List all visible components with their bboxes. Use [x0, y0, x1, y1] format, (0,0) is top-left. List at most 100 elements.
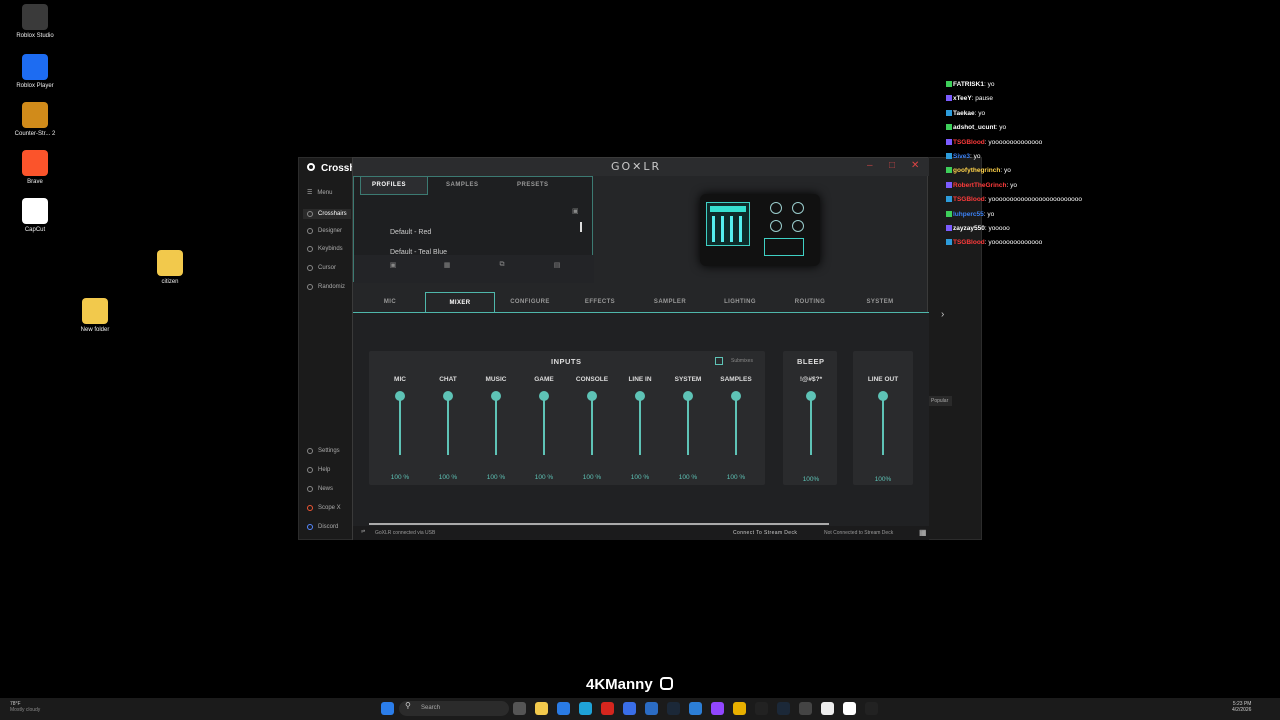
tab-lighting[interactable]: LIGHTING [705, 292, 775, 312]
desktop-shortcut[interactable]: Counter-Str... 2 [5, 102, 65, 138]
channel-label: SAMPLES [720, 376, 752, 383]
vscode-icon[interactable] [689, 702, 702, 715]
sidebar-bottom-item[interactable]: Scope X [307, 505, 341, 511]
fader-knob[interactable] [635, 391, 645, 401]
new-profile-icon[interactable]: ▦ [442, 261, 452, 271]
fader-knob[interactable] [878, 391, 888, 401]
sidebar-bottom-item[interactable]: Help [307, 467, 330, 473]
chat-text: yo [999, 124, 1007, 132]
fader-knob[interactable] [806, 391, 816, 401]
file-explorer-icon[interactable] [535, 702, 548, 715]
tab-configure[interactable]: CONFIGURE [495, 292, 565, 312]
pencil-icon [307, 228, 313, 234]
tab-profiles[interactable]: PROFILES [372, 182, 406, 188]
desktop-shortcut[interactable]: Brave [5, 150, 65, 186]
fader-knob[interactable] [395, 391, 405, 401]
grid-icon[interactable]: ▦ [919, 528, 927, 537]
fader-track[interactable] [399, 395, 401, 455]
weather-widget[interactable]: 78°F Mostly cloudy [10, 701, 40, 713]
tab-mic[interactable]: MIC [355, 292, 425, 312]
menu-button[interactable]: ☰ Menu [307, 189, 332, 197]
outlook-icon[interactable] [557, 702, 570, 715]
store-icon[interactable] [623, 702, 636, 715]
twitch-icon[interactable] [711, 702, 724, 715]
sidebar-bottom-item[interactable]: Settings [307, 448, 340, 454]
obs-icon[interactable] [799, 702, 812, 715]
fader-knob[interactable] [731, 391, 741, 401]
task-view-icon[interactable] [513, 702, 526, 715]
tab-sampler[interactable]: SAMPLER [635, 292, 705, 312]
desktop-shortcut[interactable]: citizen [140, 250, 200, 286]
tiktok-icon[interactable] [865, 702, 878, 715]
sidebar-item[interactable]: Cursor [307, 265, 336, 271]
tab-presets[interactable]: PRESETS [517, 182, 549, 188]
sidebar-item-label: Crosshairs [318, 211, 347, 217]
fader-track[interactable] [639, 395, 641, 455]
acrobat-icon[interactable] [601, 702, 614, 715]
chevron-right-icon[interactable]: › [941, 309, 944, 320]
brave-icon [22, 150, 48, 176]
folder-icon [82, 298, 108, 324]
delete-icon[interactable]: ▤ [552, 261, 562, 271]
save-icon[interactable]: ▣ [388, 261, 398, 271]
fader-track[interactable] [882, 395, 884, 455]
sidebar-item[interactable]: Keybinds [307, 246, 343, 252]
sidebar-item[interactable]: Randomiz [307, 284, 345, 290]
terminal-icon[interactable] [755, 702, 768, 715]
tab-routing[interactable]: ROUTING [775, 292, 845, 312]
desktop-shortcut[interactable]: Roblox Player [5, 54, 65, 90]
goxlr-window[interactable]: GO✕LR – □ ✕ PROFILES SAMPLES PRESETS ▣ D… [352, 157, 944, 540]
chat-badge-icon [946, 196, 952, 203]
sidebar-item[interactable]: Crosshairs [303, 209, 351, 219]
fader-knob[interactable] [443, 391, 453, 401]
copy-icon[interactable]: ⧉ [497, 261, 507, 271]
maximize-button[interactable]: □ [889, 160, 895, 171]
capcut-icon[interactable] [821, 702, 834, 715]
fader-track[interactable] [591, 395, 593, 455]
desktop-shortcut-label: CapCut [24, 227, 46, 233]
device-knob [792, 202, 804, 214]
sidebar-item-label: News [318, 486, 334, 492]
device-knob [770, 202, 782, 214]
sidebar-item[interactable]: Designer [307, 228, 342, 234]
clock[interactable]: 5:23 PM 4/2/2026 [1232, 701, 1251, 713]
fader-track[interactable] [543, 395, 545, 455]
search-input[interactable]: Search [399, 701, 509, 716]
fader-track[interactable] [810, 395, 812, 455]
desktop-shortcut[interactable]: Roblox Studio [5, 4, 65, 40]
steam-icon[interactable] [667, 702, 680, 715]
close-button[interactable]: ✕ [911, 160, 919, 171]
fader-track[interactable] [495, 395, 497, 455]
sidebar-bottom-item[interactable]: Discord [307, 524, 338, 530]
profile-item[interactable]: Default - Red [390, 229, 431, 236]
horizontal-scrollbar[interactable] [369, 523, 829, 525]
edge-icon[interactable] [579, 702, 592, 715]
scrollbar[interactable] [580, 222, 582, 232]
mail-icon[interactable] [645, 702, 658, 715]
github-icon[interactable] [843, 702, 856, 715]
connection-status: GoXLR connected via USB [375, 530, 436, 536]
fader-knob[interactable] [683, 391, 693, 401]
chrome-icon[interactable] [733, 702, 746, 715]
chat-message: luhperc55: yo [946, 210, 994, 218]
windows-start-icon[interactable] [381, 702, 394, 715]
camera-icon[interactable]: ▣ [572, 207, 579, 215]
tab-samples[interactable]: SAMPLES [446, 182, 479, 188]
fader-track[interactable] [735, 395, 737, 455]
submixes-checkbox[interactable] [715, 357, 723, 365]
fader-knob[interactable] [587, 391, 597, 401]
fader-track[interactable] [687, 395, 689, 455]
minimize-button[interactable]: – [867, 160, 873, 171]
steam-icon[interactable] [777, 702, 790, 715]
tab-system[interactable]: SYSTEM [845, 292, 915, 312]
desktop-shortcut[interactable]: New folder [65, 298, 125, 334]
fader-knob[interactable] [491, 391, 501, 401]
connect-stream-deck-button[interactable]: Connect To Stream Deck [733, 530, 797, 536]
tab-mixer[interactable]: MIXER [425, 292, 495, 312]
tab-effects[interactable]: EFFECTS [565, 292, 635, 312]
fader-track[interactable] [447, 395, 449, 455]
fader-knob[interactable] [539, 391, 549, 401]
sidebar-bottom-item[interactable]: News [307, 486, 333, 492]
popular-dropdown[interactable]: Popular [927, 396, 953, 406]
desktop-shortcut[interactable]: CapCut [5, 198, 65, 234]
